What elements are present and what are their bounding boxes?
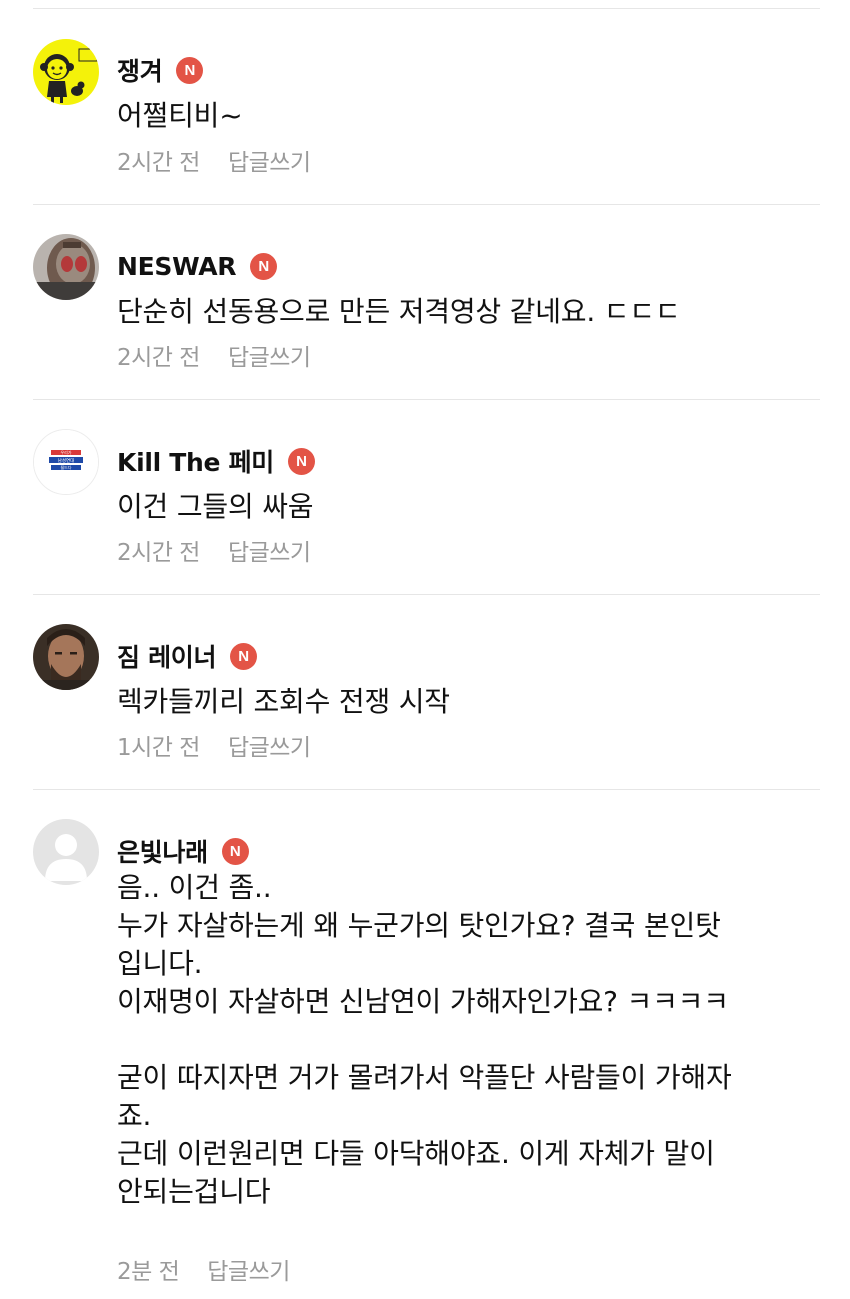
comment-time: 2시간 전: [117, 150, 200, 176]
comment-divider: [33, 8, 820, 9]
masked-hero-avatar[interactable]: [33, 234, 99, 300]
comment-line: 죠.: [117, 1099, 152, 1132]
comment-nickname[interactable]: NESWAR: [117, 252, 237, 281]
avatar-logo-text: 남성연대: [58, 457, 75, 464]
comment-body: 이건 그들의 싸움: [117, 488, 827, 526]
comment-nickname[interactable]: 쟁겨: [117, 52, 163, 88]
cartoon-girl-avatar[interactable]: [33, 39, 99, 105]
comment-divider: [33, 399, 820, 400]
comment-divider: [33, 594, 820, 595]
comment-body: 렉카들끼리 조회수 전쟁 시작: [117, 683, 827, 721]
avatar-logo-text: 될드다: [60, 464, 71, 470]
avatar-logo-text: 우리가: [60, 449, 71, 455]
comment-line: 단순히 선동용으로 만든 저격영상 같네요. ㄷㄷㄷ: [117, 295, 681, 328]
naver-badge-icon: N: [221, 837, 249, 865]
comment-line: [117, 1021, 827, 1059]
reply-button[interactable]: 답글쓰기: [228, 338, 311, 372]
comment-line: 굳이 따지자면 거가 몰려가서 악플단 사람들이 가해자: [117, 1061, 732, 1094]
naver-badge-icon: N: [288, 447, 315, 475]
naver-badge-icon: N: [230, 642, 258, 670]
comment-nickname[interactable]: 은빛나래: [117, 833, 208, 869]
reply-button[interactable]: 답글쓰기: [228, 728, 311, 762]
naver-badge-icon: N: [176, 56, 204, 84]
comment-time: 2시간 전: [117, 540, 200, 566]
comment-line: 입니다.: [117, 947, 203, 980]
comment-body: 단순히 선동용으로 만든 저격영상 같네요. ㄷㄷㄷ: [117, 293, 827, 331]
comment-divider: [33, 789, 820, 790]
comment-line: 렉카들끼리 조회수 전쟁 시작: [117, 685, 450, 718]
comment-line: 이건 그들의 싸움: [117, 490, 314, 523]
comment-time: 1시간 전: [117, 735, 200, 761]
comment-body: 어쩔티비~: [117, 97, 827, 135]
bearded-man-avatar[interactable]: [33, 624, 99, 690]
comment-line: 근데 이런원리면 다들 아닥해야죠. 이게 자체가 말이: [117, 1137, 715, 1170]
reply-button[interactable]: 답글쓰기: [228, 143, 311, 177]
comment-nickname[interactable]: 짐 레이너: [117, 638, 217, 674]
comment-line: 안되는겁니다: [117, 1175, 271, 1208]
reply-button[interactable]: 답글쓰기: [228, 533, 311, 567]
comment-line: 음.. 이건 좀..: [117, 871, 272, 904]
text-logo-avatar[interactable]: 우리가 남성연대 될드다: [33, 429, 99, 495]
comment-line: 어쩔티비~: [117, 99, 243, 132]
comment-nickname[interactable]: Kill The 페미: [117, 443, 274, 479]
comment-time: 2시간 전: [117, 345, 200, 371]
comment-line: 이재명이 자살하면 신남연이 가해자인가요? ㅋㅋㅋㅋ: [117, 985, 729, 1018]
comment-divider: [33, 204, 820, 205]
comment-body: 음.. 이건 좀.. 누가 자살하는게 왜 누군가의 탓인가요? 결국 본인탓 …: [117, 869, 827, 1211]
comment-time: 2분 전: [117, 1259, 180, 1285]
comment-line: 누가 자살하는게 왜 누군가의 탓인가요? 결국 본인탓: [117, 909, 721, 942]
default-user-avatar[interactable]: [33, 819, 99, 885]
naver-badge-icon: N: [250, 252, 278, 280]
reply-button[interactable]: 답글쓰기: [207, 1252, 290, 1286]
